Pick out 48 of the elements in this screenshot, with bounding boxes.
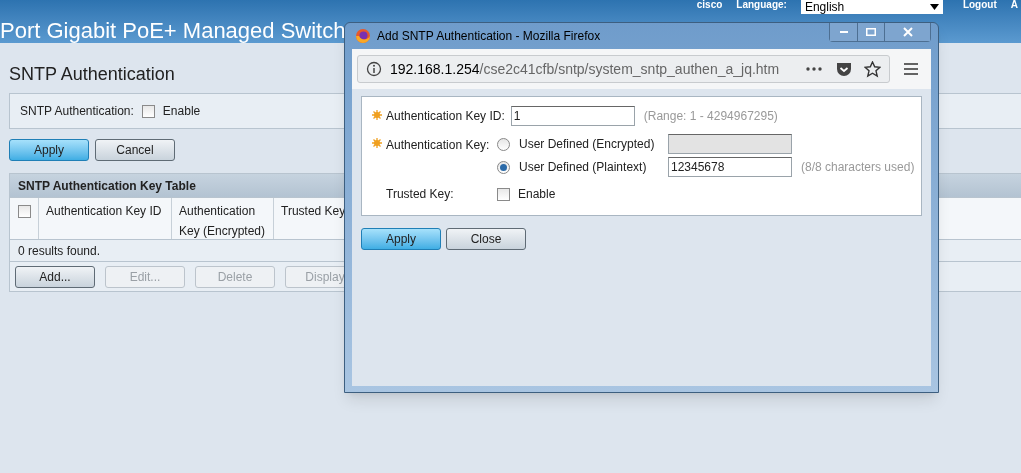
star-icon[interactable] <box>864 60 881 78</box>
select-all-checkbox[interactable] <box>17 205 31 218</box>
caret-icon <box>929 4 939 10</box>
column-header: Authentication Key (Encrypted) <box>179 204 266 238</box>
checkbox-label: Enable <box>162 103 201 120</box>
header-link[interactable]: A <box>1010 0 1018 10</box>
key-field[interactable]: 12345678 <box>668 157 792 177</box>
maximize-icon <box>866 28 876 36</box>
radio-button[interactable] <box>497 160 510 174</box>
close-icon <box>902 27 913 37</box>
apply-button[interactable]: Apply <box>9 139 89 161</box>
required-icon <box>372 110 382 120</box>
address-bar[interactable]: 192.168.1.254/cse2c41cfb/sntp/system_sntp_authen_a_jq.htm <box>357 55 890 83</box>
window-title: Add SNTP Authentication - Mozilla Firefox <box>377 28 602 45</box>
column-header: Trusted Key <box>281 204 346 218</box>
minimize-button[interactable] <box>830 23 857 41</box>
usage-hint: (8/8 characters used) <box>801 159 915 176</box>
key-id-field[interactable]: 1 <box>510 106 635 126</box>
menu-icon[interactable] <box>904 63 918 75</box>
field-label: Authentication Key ID: <box>386 108 505 125</box>
action-button[interactable]: Add... <box>15 265 95 288</box>
field-label: Authentication Key: <box>386 137 491 154</box>
close-button[interactable] <box>884 23 930 41</box>
maximize-button[interactable] <box>857 23 884 41</box>
action-button[interactable]: Close <box>446 228 526 250</box>
language-select[interactable]: English <box>800 0 943 14</box>
info-icon <box>366 61 382 77</box>
brand-text: cisco <box>696 0 723 10</box>
more-icon[interactable] <box>806 67 822 71</box>
option-label: User Defined (Plaintext) <box>519 159 648 176</box>
action-button[interactable]: Cancel <box>95 139 175 161</box>
trusted-checkbox[interactable] <box>497 187 510 201</box>
logout-link[interactable]: Logout <box>962 0 997 10</box>
product-title: Port Gigabit PoE+ Managed Switch <box>0 17 346 45</box>
setting-label: SNTP Authentication: <box>20 103 134 120</box>
results-text: 0 results found. <box>18 242 101 260</box>
range-hint: (Range: 1 - 4294967295) <box>643 108 778 125</box>
page-title: SNTP Authentication <box>9 63 175 86</box>
enable-checkbox[interactable] <box>141 104 155 118</box>
browser-logo-icon <box>355 28 371 44</box>
column-header: Authentication Key ID <box>46 204 162 218</box>
url-text: 192.168.1.254/cse2c41cfb/sntp/system_sntp_authen_a_jq.htm <box>390 59 781 79</box>
option-label: User Defined (Encrypted) <box>519 136 656 153</box>
language-label: Language: <box>736 0 787 10</box>
apply-button[interactable]: Apply <box>361 228 441 250</box>
required-icon <box>372 138 382 148</box>
pocket-icon[interactable] <box>836 61 852 77</box>
minimize-icon <box>839 31 848 33</box>
